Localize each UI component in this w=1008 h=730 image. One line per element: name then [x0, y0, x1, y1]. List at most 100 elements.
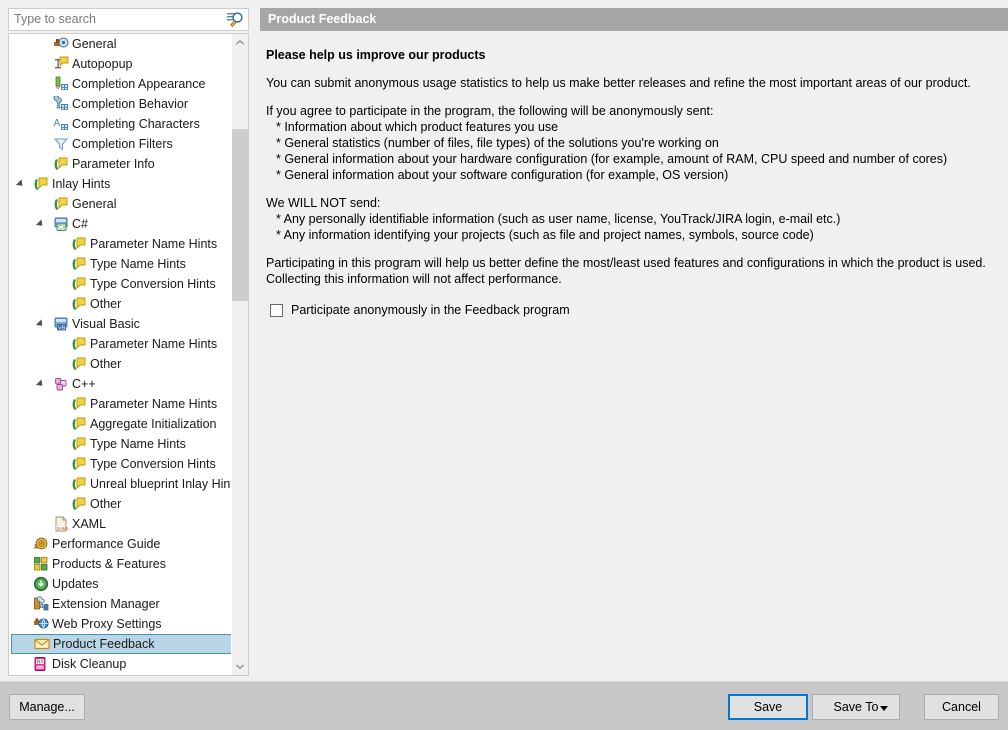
- completing-characters-icon: A: [53, 116, 69, 132]
- inlay-hint-icon: [71, 356, 87, 372]
- scroll-up-button[interactable]: [232, 34, 248, 51]
- scroll-down-button[interactable]: [232, 658, 248, 675]
- tree-item-type-name-hints[interactable]: Type Name Hints: [9, 254, 231, 274]
- tree-item-label: Parameter Name Hints: [90, 237, 218, 251]
- tree-item-parameter-name-hints[interactable]: Parameter Name Hints: [9, 334, 231, 354]
- tree-item-completion-filters[interactable]: Completion Filters: [9, 134, 231, 154]
- tree-item-updates[interactable]: Updates: [9, 574, 231, 594]
- tree-item-aggregate-initialization[interactable]: Aggregate Initialization: [9, 414, 231, 434]
- notsend-item: * Any information identifying your proje…: [276, 228, 814, 242]
- svg-text:R#: R#: [37, 659, 44, 665]
- tree-item-disk-cleanup[interactable]: R# Disk Cleanup: [9, 654, 231, 674]
- inlay-hint-icon: [33, 176, 49, 192]
- inlay-hint-icon: [71, 496, 87, 512]
- tree-item-type-name-hints[interactable]: Type Name Hints: [9, 434, 231, 454]
- tree-item-label: Updates: [52, 577, 99, 591]
- tree-item-label: General: [72, 197, 117, 211]
- expand-collapse-triangle-icon[interactable]: [37, 314, 47, 334]
- tree-item-label: Product Feedback: [53, 637, 155, 651]
- search-input[interactable]: [14, 9, 219, 30]
- tree-item-label: XAML: [72, 517, 107, 531]
- settings-tree-pane: General Autopopup Completion Appearance Com…: [0, 0, 257, 681]
- tree-item-label: Type Conversion Hints: [90, 277, 216, 291]
- options-dialog: General Autopopup Completion Appearance Com…: [0, 0, 1008, 730]
- tree-item-c[interactable]: C++: [9, 374, 231, 394]
- page-title: Product Feedback: [260, 8, 1008, 31]
- tree-item-label: Web Proxy Settings: [52, 617, 162, 631]
- participate-checkbox-label: Participate anonymously in the Feedback …: [291, 303, 570, 317]
- xaml-icon: XAML: [53, 516, 69, 532]
- participate-checkbox-row[interactable]: Participate anonymously in the Feedback …: [266, 301, 1006, 319]
- tree-item-general[interactable]: General: [9, 34, 231, 54]
- web-proxy-icon: [33, 616, 49, 632]
- tree-item-label: C#: [72, 217, 88, 231]
- tree-item-other[interactable]: Other: [9, 294, 231, 314]
- tree-item-label: Aggregate Initialization: [90, 417, 217, 431]
- tree-item-label: Products & Features: [52, 557, 166, 571]
- save-button[interactable]: Save: [728, 694, 808, 720]
- svg-text:A: A: [54, 118, 61, 129]
- tree-item-completing-characters[interactable]: A Completing Characters: [9, 114, 231, 134]
- inlay-hint-icon: [71, 296, 87, 312]
- tree-item-parameter-name-hints[interactable]: Parameter Name Hints: [9, 394, 231, 414]
- tree-item-other[interactable]: Other: [9, 354, 231, 374]
- tree-item-xaml[interactable]: XAML XAML: [9, 514, 231, 534]
- scrollbar-thumb[interactable]: [232, 129, 248, 301]
- inlay-hint-icon: [71, 276, 87, 292]
- agree-lead-text: If you agree to participate in the progr…: [266, 104, 714, 118]
- tree-item-c[interactable]: C# C#: [9, 214, 231, 234]
- tree-item-other[interactable]: Other: [9, 494, 231, 514]
- completion-appearance-icon: [53, 76, 69, 92]
- manage-button[interactable]: Manage...: [9, 694, 85, 720]
- tree-item-general[interactable]: General: [9, 194, 231, 214]
- tree-item-label: Completion Filters: [72, 137, 173, 151]
- tree-item-completion-appearance[interactable]: Completion Appearance: [9, 74, 231, 94]
- content-pane: Product Feedback Please help us improve …: [260, 0, 1008, 681]
- tree-item-completion-behavior[interactable]: Completion Behavior: [9, 94, 231, 114]
- tree-item-products-features[interactable]: Products & Features: [9, 554, 231, 574]
- expand-collapse-triangle-icon[interactable]: [37, 374, 47, 394]
- tree-item-unreal-blueprint-inlay-hints[interactable]: Unreal blueprint Inlay Hints: [9, 474, 231, 494]
- tree-item-visual-basic[interactable]: VB Visual Basic: [9, 314, 231, 334]
- notsend-lead-text: We WILL NOT send:: [266, 196, 381, 210]
- tree-item-performance-guide[interactable]: Performance Guide: [9, 534, 231, 554]
- snail-icon: [33, 536, 49, 552]
- tree-item-label: Autopopup: [72, 57, 133, 71]
- tree-item-autopopup[interactable]: Autopopup: [9, 54, 231, 74]
- tree-item-label: Completion Appearance: [72, 77, 206, 91]
- cancel-button[interactable]: Cancel: [924, 694, 999, 720]
- closing-text-line1: Participating in this program will help …: [266, 256, 986, 270]
- tree-item-label: Unreal blueprint Inlay Hints: [90, 477, 231, 491]
- autopopup-icon: [53, 56, 69, 72]
- tree-item-label: Completing Characters: [72, 117, 200, 131]
- expand-collapse-triangle-icon[interactable]: [17, 174, 27, 194]
- tree-item-type-conversion-hints[interactable]: Type Conversion Hints: [9, 454, 231, 474]
- cpp-icon: [53, 376, 69, 392]
- tree-item-web-proxy-settings[interactable]: Web Proxy Settings: [9, 614, 231, 634]
- tree-item-label: Other: [90, 297, 122, 311]
- search-icon[interactable]: [227, 12, 244, 28]
- tree-item-extension-manager[interactable]: Extension Manager: [9, 594, 231, 614]
- tree-item-inlay-hints[interactable]: Inlay Hints: [9, 174, 231, 194]
- tree-item-parameter-name-hints[interactable]: Parameter Name Hints: [9, 234, 231, 254]
- chevron-down-icon: [236, 664, 244, 669]
- tree-item-label: C++: [72, 377, 96, 391]
- tree-item-type-conversion-hints[interactable]: Type Conversion Hints: [9, 274, 231, 294]
- search-box[interactable]: [8, 8, 249, 31]
- save-to-label: Save To: [833, 700, 879, 714]
- tree-item-label: Parameter Name Hints: [90, 397, 218, 411]
- tree-item-product-feedback[interactable]: Product Feedback: [11, 634, 231, 654]
- agree-item: * General statistics (number of files, f…: [276, 136, 719, 150]
- save-to-button[interactable]: Save To: [812, 694, 900, 720]
- extension-manager-icon: [33, 596, 49, 612]
- tree-scrollbar[interactable]: [231, 34, 248, 675]
- svg-text:C#: C#: [58, 226, 66, 232]
- participate-checkbox[interactable]: [270, 303, 283, 317]
- inlay-hint-icon: [53, 156, 69, 172]
- tree-item-label: Inlay Hints: [52, 177, 111, 191]
- tree-item-label: General: [72, 37, 117, 51]
- tree-item-parameter-info[interactable]: Parameter Info: [9, 154, 231, 174]
- expand-collapse-triangle-icon[interactable]: [37, 214, 47, 234]
- settings-tree-list[interactable]: General Autopopup Completion Appearance Com…: [9, 34, 231, 675]
- settings-tree[interactable]: General Autopopup Completion Appearance Com…: [8, 33, 249, 676]
